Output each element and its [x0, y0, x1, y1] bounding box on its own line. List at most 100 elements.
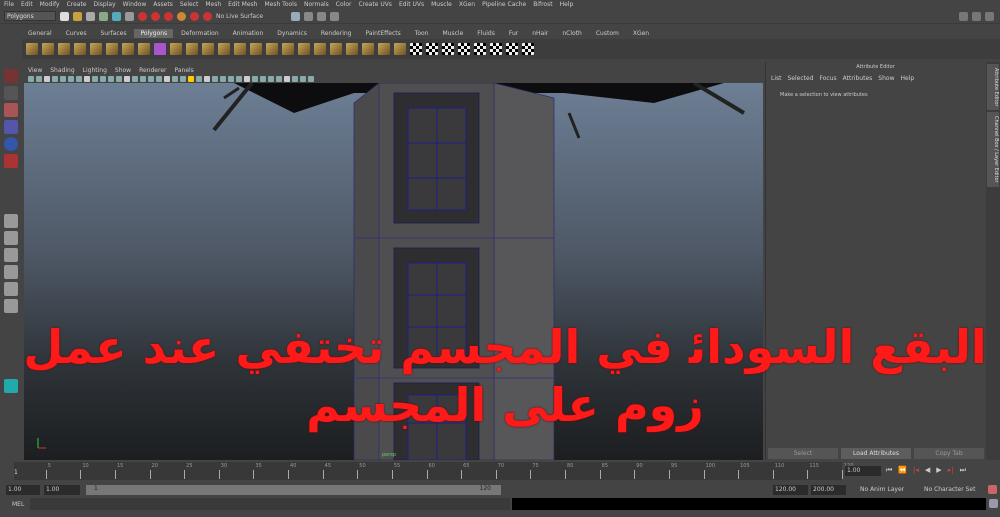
anim-prefs-icon[interactable] — [988, 485, 997, 494]
shelf-tool-icon[interactable] — [474, 43, 486, 55]
step-back-icon[interactable]: ⏪ — [898, 466, 907, 475]
panel-tool-icon[interactable] — [228, 75, 234, 82]
character-set-dropdown[interactable]: No Character Set — [924, 486, 975, 493]
menu-bifrost[interactable]: Bifrost — [533, 1, 552, 8]
menu-assets[interactable]: Assets — [153, 1, 173, 8]
panel-tool-icon[interactable] — [300, 75, 306, 82]
shelf-tool-icon[interactable] — [186, 43, 198, 55]
shelf-tool-icon[interactable] — [362, 43, 374, 55]
panel-tool-icon[interactable] — [76, 75, 82, 82]
snap-surface-icon[interactable] — [190, 11, 199, 21]
panel-menu-show[interactable]: Show — [115, 67, 131, 74]
shelf-tool-icon[interactable] — [154, 43, 166, 55]
panel-tool-icon[interactable] — [308, 75, 314, 82]
panel-tool-icon[interactable] — [92, 75, 98, 82]
select-component-icon[interactable] — [125, 11, 134, 21]
menu-modify[interactable]: Modify — [40, 1, 60, 8]
shelf-tool-icon[interactable] — [234, 43, 246, 55]
shelf-tool-icon[interactable] — [506, 43, 518, 55]
select-hierarchy-icon[interactable] — [99, 11, 108, 21]
play-back-icon[interactable]: ◀ — [925, 466, 930, 475]
menu-window[interactable]: Window — [123, 1, 147, 8]
menu-help[interactable]: Help — [560, 1, 574, 8]
tab-nhair[interactable]: nHair — [526, 29, 554, 38]
layout-two-icon[interactable] — [4, 248, 18, 262]
menu-normals[interactable]: Normals — [304, 1, 329, 8]
panel-tool-icon[interactable] — [260, 75, 266, 82]
render-settings-icon[interactable] — [330, 11, 340, 21]
shelf-tool-icon[interactable] — [410, 43, 422, 55]
panel-tool-icon[interactable] — [164, 75, 170, 82]
command-input[interactable] — [30, 498, 510, 510]
start-time-field[interactable]: 1.00 — [6, 485, 40, 495]
layout-hypershade-icon[interactable] — [4, 299, 18, 313]
rotate-tool-icon[interactable] — [4, 137, 18, 151]
end-time-field[interactable]: 200.00 — [811, 485, 846, 495]
menu-select[interactable]: Select — [180, 1, 199, 8]
copy-tab-button[interactable]: Copy Tab — [914, 448, 984, 459]
shelf-tool-icon[interactable] — [330, 43, 342, 55]
go-end-icon[interactable]: ⏭ — [960, 466, 966, 475]
menu-create-uvs[interactable]: Create UVs — [358, 1, 391, 8]
panel-tool-icon[interactable] — [276, 75, 282, 82]
panel-tool-icon[interactable] — [108, 75, 114, 82]
range-slider[interactable]: 1 120 — [86, 485, 501, 495]
snap-curve-icon[interactable] — [151, 11, 160, 21]
tab-channel-box[interactable]: Channel Box / Layer Editor — [987, 112, 999, 188]
toggle-panel-icon[interactable] — [959, 11, 968, 21]
panel-tool-icon[interactable] — [252, 75, 258, 82]
ipr-render-icon[interactable] — [317, 11, 327, 21]
tab-dynamics[interactable]: Dynamics — [271, 29, 313, 38]
toggle-panel-icon[interactable] — [985, 11, 994, 21]
render-frame-icon[interactable] — [304, 11, 314, 21]
move-tool-icon[interactable] — [4, 120, 18, 134]
panel-tool-icon[interactable] — [220, 75, 226, 82]
mode-selector[interactable]: Polygons — [4, 11, 56, 21]
shelf-tool-icon[interactable] — [202, 43, 214, 55]
go-start-icon[interactable]: ⏮ — [886, 466, 892, 475]
panel-tool-icon[interactable] — [28, 75, 34, 82]
next-key-icon[interactable]: ▸| — [948, 466, 954, 475]
panel-tool-icon[interactable] — [196, 75, 202, 82]
shelf-tool-icon[interactable] — [442, 43, 454, 55]
panel-tool-icon[interactable] — [52, 75, 58, 82]
tab-fur[interactable]: Fur — [503, 29, 524, 38]
shelf-tool-icon[interactable] — [74, 43, 86, 55]
snap-point-icon[interactable] — [164, 11, 173, 21]
tab-general[interactable]: General — [22, 29, 58, 38]
tab-painteffects[interactable]: PaintEffects — [359, 29, 406, 38]
menu-display[interactable]: Display — [94, 1, 116, 8]
paint-select-icon[interactable] — [4, 103, 18, 117]
menu-xgen[interactable]: XGen — [459, 1, 475, 8]
select-tool-icon[interactable] — [4, 69, 18, 83]
tab-fluids[interactable]: Fluids — [471, 29, 501, 38]
attr-menu-attributes[interactable]: Attributes — [843, 75, 873, 82]
panel-tool-icon[interactable] — [36, 75, 42, 82]
shelf-tool-icon[interactable] — [138, 43, 150, 55]
panel-tool-icon[interactable] — [268, 75, 274, 82]
panel-tool-icon[interactable] — [116, 75, 122, 82]
shelf-tool-icon[interactable] — [426, 43, 438, 55]
select-object-icon[interactable] — [112, 11, 121, 21]
shelf-tool-icon[interactable] — [170, 43, 182, 55]
mel-label[interactable]: MEL — [12, 501, 24, 508]
play-forward-icon[interactable]: ▶ — [936, 466, 941, 475]
playback-start-field[interactable]: 1.00 — [44, 485, 80, 495]
select-button[interactable]: Select — [768, 448, 838, 459]
shelf-tool-icon[interactable] — [458, 43, 470, 55]
tab-toon[interactable]: Toon — [409, 29, 435, 38]
load-attributes-button[interactable]: Load Attributes — [841, 448, 911, 459]
panel-tool-icon[interactable] — [172, 75, 178, 82]
shelf-tool-icon[interactable] — [490, 43, 502, 55]
layout-single-icon[interactable] — [4, 214, 18, 228]
layout-graph-icon[interactable] — [4, 282, 18, 296]
panel-tool-icon[interactable] — [156, 75, 162, 82]
attr-menu-focus[interactable]: Focus — [820, 75, 837, 82]
shelf-tool-icon[interactable] — [282, 43, 294, 55]
shelf-tool-icon[interactable] — [90, 43, 102, 55]
save-scene-icon[interactable] — [86, 11, 95, 21]
menu-create[interactable]: Create — [67, 1, 87, 8]
menu-edit[interactable]: Edit — [21, 1, 33, 8]
attr-menu-help[interactable]: Help — [900, 75, 914, 82]
attr-menu-show[interactable]: Show — [878, 75, 894, 82]
